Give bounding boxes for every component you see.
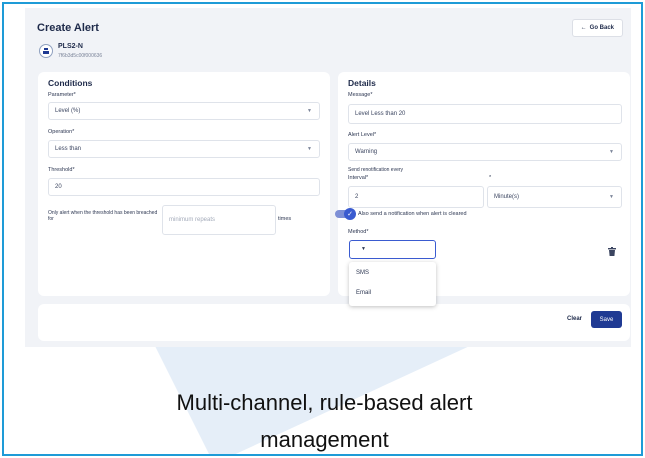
save-button[interactable]: Save bbox=[591, 311, 622, 328]
message-input[interactable]: Level Less than 20 bbox=[348, 104, 622, 124]
page-title: Create Alert bbox=[37, 22, 99, 34]
alert-level-value: Warning bbox=[355, 149, 378, 155]
message-value: Level Less than 20 bbox=[355, 111, 406, 117]
parameter-label: Parameter* bbox=[48, 92, 76, 98]
send-every-label: Send renotification every bbox=[348, 167, 404, 173]
chevron-down-icon: ▼ bbox=[609, 149, 614, 155]
interval-input[interactable]: 2 bbox=[348, 186, 484, 208]
check-icon: ✓ bbox=[344, 208, 356, 220]
app-window: Create Alert ← Go Back PLS2-N 7f6b3d5c00… bbox=[25, 8, 631, 347]
interval-value: 2 bbox=[355, 194, 359, 200]
operation-label: Operation* bbox=[48, 129, 75, 135]
alert-level-select[interactable]: Warning ▼ bbox=[348, 143, 622, 161]
parameter-value: Level (%) bbox=[55, 108, 81, 114]
screenshot-frame: Create Alert ← Go Back PLS2-N 7f6b3d5c00… bbox=[2, 2, 643, 456]
threshold-value: 20 bbox=[55, 184, 62, 190]
method-select[interactable]: ▼ bbox=[349, 240, 436, 259]
threshold-input[interactable]: 20 bbox=[48, 178, 320, 196]
method-option-email[interactable]: Email bbox=[356, 290, 371, 296]
clear-button[interactable]: Clear bbox=[567, 316, 582, 322]
details-heading: Details bbox=[348, 78, 376, 88]
operation-select[interactable]: Less than ▼ bbox=[48, 140, 320, 158]
clear-notification-label: Also send a notification when alert is c… bbox=[358, 211, 467, 217]
method-label: Method* bbox=[348, 229, 369, 235]
unit-select[interactable]: Minute(s) ▼ bbox=[487, 186, 622, 208]
unit-value: Minute(s) bbox=[494, 194, 520, 200]
alert-level-label: Alert Level* bbox=[348, 132, 377, 138]
arrow-left-icon: ← bbox=[580, 25, 587, 31]
times-label: times bbox=[278, 216, 292, 222]
chevron-down-icon: ▼ bbox=[361, 246, 366, 252]
trash-icon[interactable] bbox=[608, 243, 616, 256]
repeat-label: Only alert when the threshold has been b… bbox=[48, 210, 158, 222]
operation-value: Less than bbox=[55, 146, 82, 152]
conditions-heading: Conditions bbox=[48, 78, 93, 88]
go-back-button[interactable]: ← Go Back bbox=[571, 19, 623, 37]
parameter-select[interactable]: Level (%) ▼ bbox=[48, 102, 320, 120]
caption-line-2: management bbox=[260, 427, 389, 452]
device-id: 7f6b3d5c00f000636 bbox=[58, 53, 103, 59]
device-icon bbox=[39, 44, 53, 58]
method-option-sms[interactable]: SMS bbox=[356, 270, 369, 276]
unit-label: * bbox=[489, 175, 492, 181]
threshold-label: Threshold* bbox=[48, 167, 75, 173]
minimum-repeats-placeholder: minimum repeats bbox=[169, 217, 216, 223]
method-dropdown: SMS Email bbox=[349, 262, 436, 306]
chevron-down-icon: ▼ bbox=[307, 146, 312, 152]
chevron-down-icon: ▼ bbox=[307, 108, 312, 114]
minimum-repeats-input[interactable]: minimum repeats bbox=[162, 205, 276, 235]
actions-bar bbox=[38, 304, 630, 341]
message-label: Message* bbox=[348, 92, 373, 98]
caption-line-1: Multi-channel, rule-based alert bbox=[176, 390, 473, 415]
caption: Multi-channel, rule-based alert manageme… bbox=[4, 384, 641, 454]
go-back-label: Go Back bbox=[589, 25, 614, 31]
chevron-down-icon: ▼ bbox=[609, 194, 614, 200]
device-name: PLS2-N bbox=[58, 43, 83, 50]
interval-label: Interval* bbox=[348, 175, 369, 181]
